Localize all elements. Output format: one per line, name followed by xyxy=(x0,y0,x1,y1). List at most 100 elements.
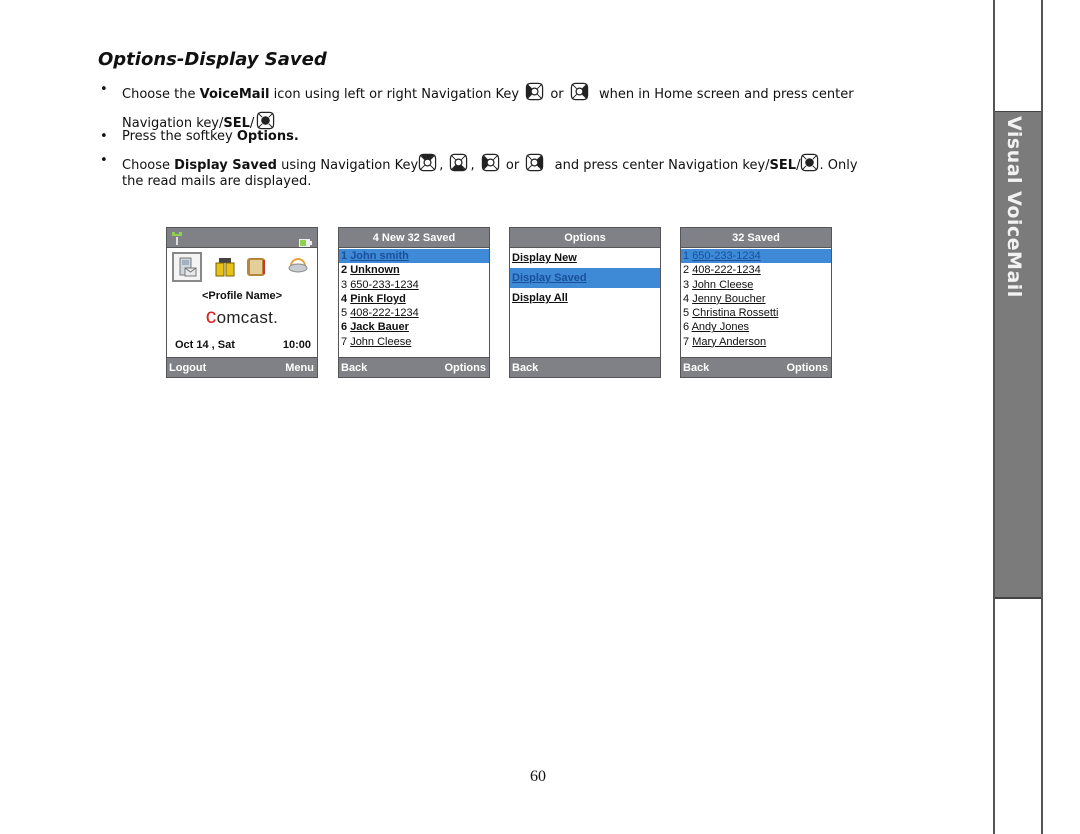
option-label: Display New xyxy=(512,252,577,264)
menu-softkey[interactable]: Menu xyxy=(285,358,314,378)
weather-icon[interactable] xyxy=(287,257,309,278)
phonebook-icon[interactable] xyxy=(215,257,235,282)
nav-left-key-icon xyxy=(481,153,500,172)
option-item[interactable]: Display Saved xyxy=(510,268,660,288)
softkey-bar: Back Options xyxy=(339,357,489,377)
item-label: Christina Rossetti xyxy=(692,307,779,320)
item-number: 2 xyxy=(683,264,690,277)
item-number: 4 xyxy=(341,292,348,305)
screen-header: 4 New 32 Saved xyxy=(339,228,489,248)
back-softkey[interactable]: Back xyxy=(341,358,367,378)
nav-down-key-icon xyxy=(449,153,468,172)
item-label: Unknown xyxy=(350,264,400,277)
list-item[interactable]: 2 408-222-1234 xyxy=(681,263,831,277)
list-item[interactable]: 7 John Cleese xyxy=(339,335,489,349)
nav-left-key-icon xyxy=(525,82,544,101)
options-menu: Display New Display Saved Display All xyxy=(510,248,660,308)
item-number: 4 xyxy=(683,292,690,305)
step-bold-text: SEL xyxy=(769,158,797,173)
softkey-bar: Back xyxy=(510,357,660,377)
instruction-step-2: • Press the softkey Options. xyxy=(100,129,299,145)
time-label: 10:00 xyxy=(282,339,311,351)
item-number: 3 xyxy=(341,278,348,291)
step-text: the read mails are displayed. xyxy=(122,174,312,189)
list-item[interactable]: 5 408-222-1234 xyxy=(339,306,489,320)
item-number: 5 xyxy=(341,307,348,320)
item-label: John Cleese xyxy=(350,335,412,348)
list-item[interactable]: 3 John Cleese xyxy=(681,278,831,292)
options-softkey[interactable]: Options xyxy=(444,358,486,378)
saved-screen: 32 Saved 1 650-233-1234 2 408-222-1234 3 J… xyxy=(680,227,832,378)
step-text: and press center Navigation key/ xyxy=(550,158,770,173)
softkey-bar: Back Options xyxy=(681,357,831,377)
list-item[interactable]: 1 650-233-1234 xyxy=(681,249,831,264)
back-softkey[interactable]: Back xyxy=(512,358,538,378)
step-text: when in Home screen and press center xyxy=(594,87,854,102)
screen-header: 32 Saved xyxy=(681,228,831,248)
option-label: Display Saved xyxy=(512,272,587,284)
step-text: , xyxy=(470,158,475,173)
item-number: 7 xyxy=(683,335,690,348)
step-text: using Navigation Key xyxy=(277,158,419,173)
home-menu-icons xyxy=(167,248,317,288)
step-text: Choose xyxy=(122,158,175,173)
options-screen: Options Display New Display Saved Display … xyxy=(509,227,661,378)
option-item[interactable]: Display All xyxy=(510,288,660,308)
logout-softkey[interactable]: Logout xyxy=(169,358,206,378)
screen-header: Options xyxy=(510,228,660,248)
item-label: Pink Floyd xyxy=(350,292,406,305)
profile-name: <Profile Name> xyxy=(201,290,283,302)
list-item[interactable]: 3 650-233-1234 xyxy=(339,278,489,292)
voicemail-icon[interactable] xyxy=(172,252,202,287)
list-item[interactable]: 4 Jenny Boucher xyxy=(681,292,831,306)
item-label: 650-233-1234 xyxy=(350,278,419,291)
status-bar xyxy=(167,228,317,248)
item-label: Jenny Boucher xyxy=(692,292,766,305)
list-item[interactable]: 6 Jack Bauer xyxy=(339,320,489,334)
item-label: 408-222-1234 xyxy=(350,307,419,320)
back-softkey[interactable]: Back xyxy=(683,358,709,378)
options-softkey[interactable]: Options xyxy=(786,358,828,378)
list-item[interactable]: 6 Andy Jones xyxy=(681,320,831,334)
step-text: or xyxy=(546,87,568,102)
item-number: 1 xyxy=(341,250,348,262)
home-screen: <Profile Name> comcast. Oct 14 , Sat 10:… xyxy=(166,227,318,378)
step-text: . Only xyxy=(819,158,858,173)
date-time: Oct 14 , Sat 10:00 xyxy=(175,339,311,351)
option-item[interactable]: Display New xyxy=(510,248,660,268)
item-number: 7 xyxy=(341,335,348,348)
side-tab-label: Visual VoiceMail xyxy=(1003,116,1025,298)
nav-right-key-icon xyxy=(570,82,589,101)
step-text: , xyxy=(439,158,444,173)
list-item[interactable]: 4 Pink Floyd xyxy=(339,292,489,306)
option-label: Display All xyxy=(512,292,568,304)
nav-center-key-icon xyxy=(256,111,275,130)
item-number: 5 xyxy=(683,307,690,320)
item-number: 6 xyxy=(341,321,348,334)
step-text: or xyxy=(501,158,524,173)
item-number: 2 xyxy=(341,264,348,277)
item-label: 650-233-1234 xyxy=(692,250,761,262)
item-number: 1 xyxy=(683,250,690,262)
voicemail-list: 1 John smith 2 Unknown 3 650-233-1234 4 Pin… xyxy=(339,248,489,349)
item-label: Mary Anderson xyxy=(692,335,767,348)
nav-center-key-icon xyxy=(800,153,819,172)
list-item[interactable]: 5 Christina Rossetti xyxy=(681,306,831,320)
chapter-side-tab: Visual VoiceMail xyxy=(993,0,1043,834)
inbox-screen: 4 New 32 Saved 1 John smith 2 Unknown 3 65… xyxy=(338,227,490,378)
step-bold-text: VoiceMail xyxy=(199,87,270,102)
notebook-icon[interactable] xyxy=(246,257,266,282)
page-number: 60 xyxy=(530,768,546,785)
softkey-bar: Logout Menu xyxy=(167,357,317,377)
instruction-step-1: • Choose the VoiceMail icon using left o… xyxy=(100,82,854,132)
nav-up-key-icon xyxy=(418,153,437,172)
list-item[interactable]: 1 John smith xyxy=(339,249,489,264)
item-label: Jack Bauer xyxy=(350,321,409,334)
bullet-dot: • xyxy=(100,82,108,97)
item-label: John Cleese xyxy=(692,278,754,291)
list-item[interactable]: 7 Mary Anderson xyxy=(681,335,831,349)
list-item[interactable]: 2 Unknown xyxy=(339,263,489,277)
step-text: Press the softkey xyxy=(122,129,237,144)
step-bold-text: Options. xyxy=(236,129,299,144)
date-label: Oct 14 , Sat xyxy=(175,339,235,351)
